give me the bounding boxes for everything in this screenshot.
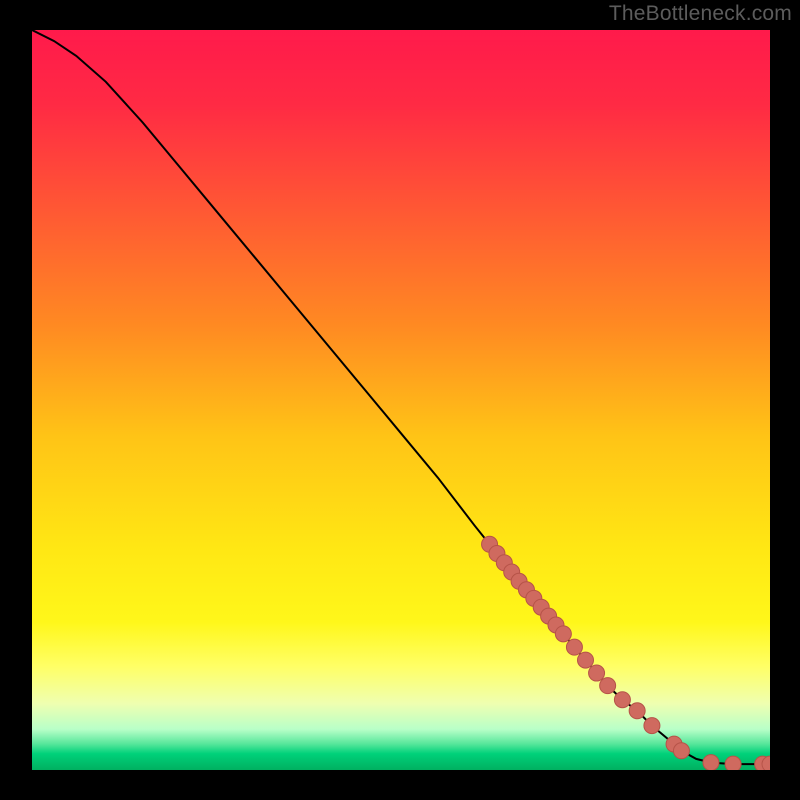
marker-dot bbox=[600, 678, 616, 694]
marker-dot bbox=[629, 703, 645, 719]
chart-svg bbox=[32, 30, 770, 770]
marker-dot bbox=[578, 652, 594, 668]
marker-dot bbox=[703, 755, 719, 770]
marker-dot bbox=[725, 756, 741, 770]
marker-dot bbox=[566, 639, 582, 655]
marker-dot bbox=[555, 626, 571, 642]
marker-dot bbox=[614, 692, 630, 708]
gradient-background bbox=[32, 30, 770, 770]
watermark-text: TheBottleneck.com bbox=[609, 2, 792, 26]
marker-dot bbox=[644, 718, 660, 734]
marker-dot bbox=[673, 743, 689, 759]
marker-dot bbox=[589, 665, 605, 681]
chart-frame: TheBottleneck.com bbox=[0, 0, 800, 800]
plot-area bbox=[32, 30, 770, 770]
